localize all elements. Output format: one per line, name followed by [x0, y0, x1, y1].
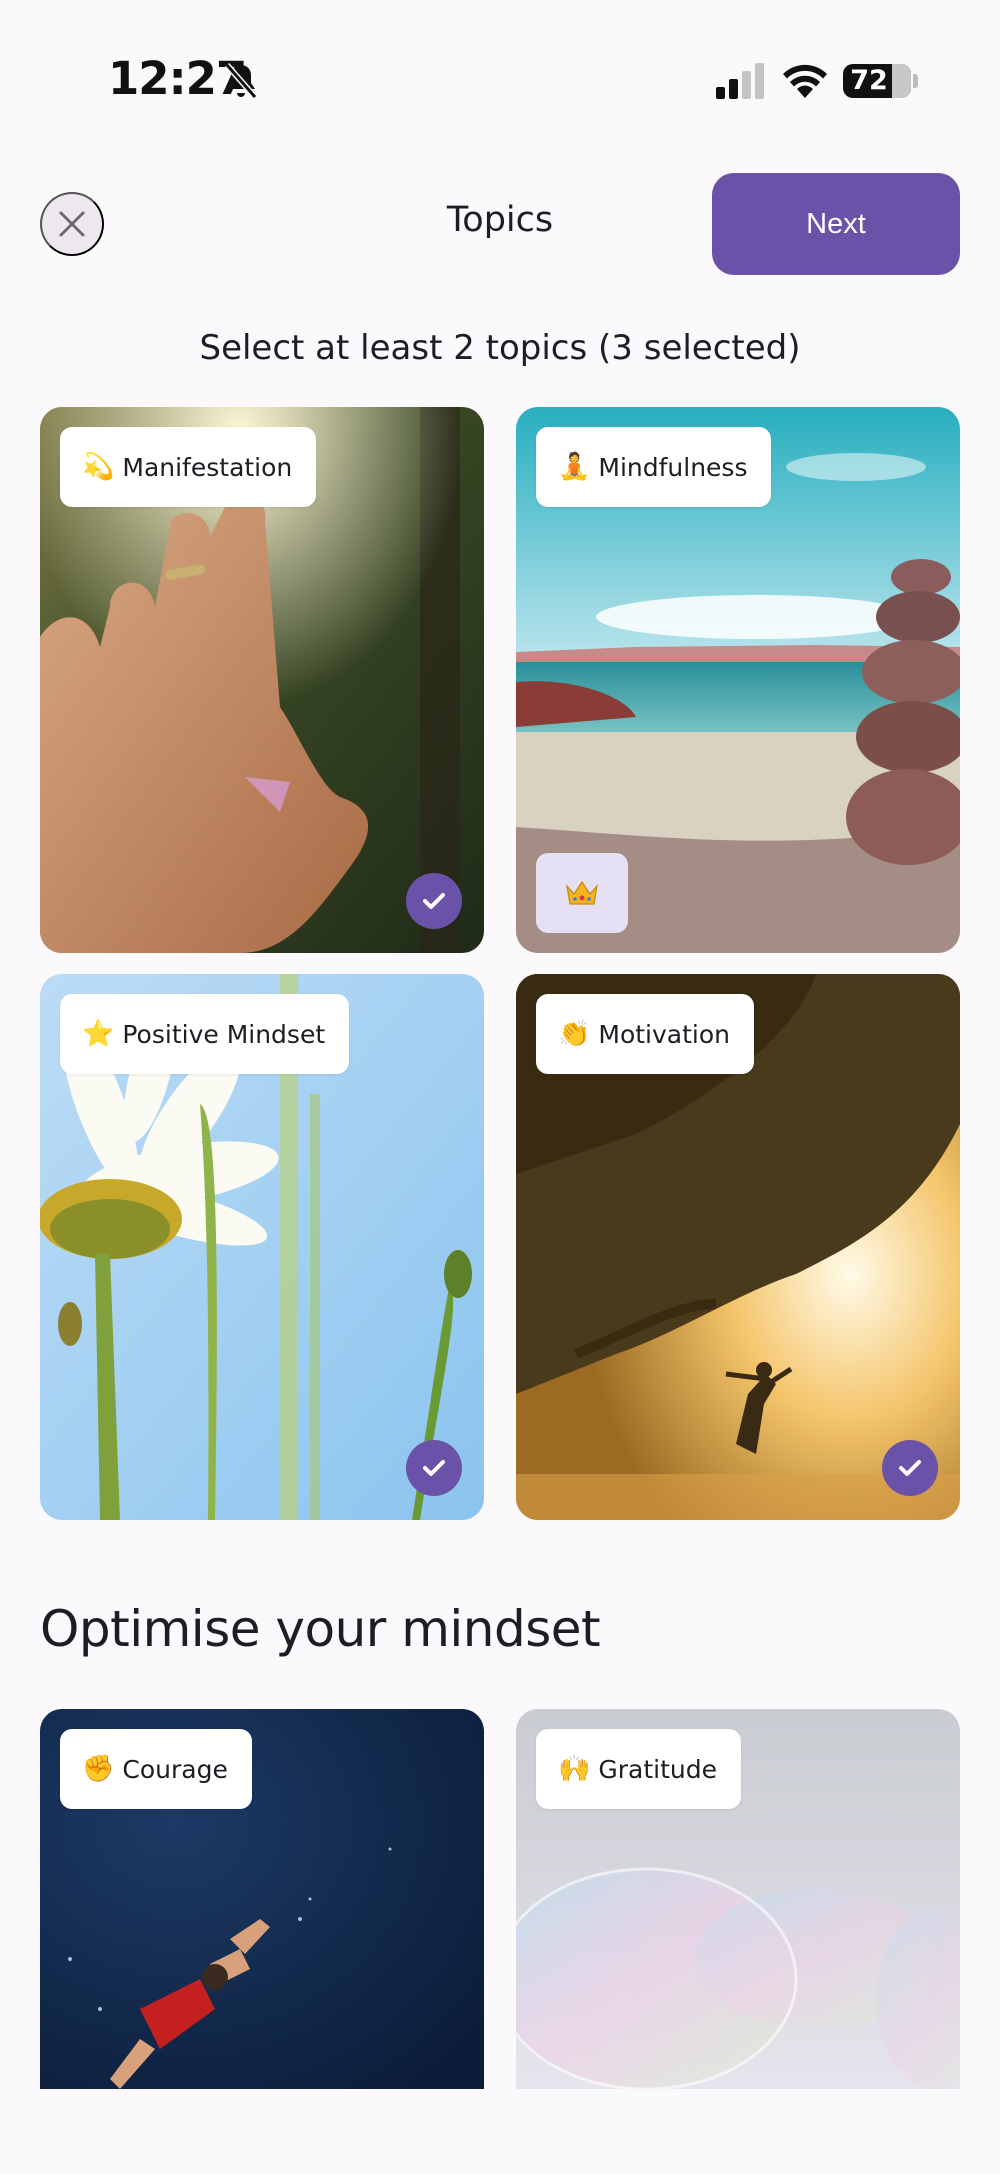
topic-label: ✊ Courage [60, 1729, 252, 1809]
topic-label: 💫 Manifestation [60, 427, 317, 507]
sparkle-emoji-icon: 💫 [82, 452, 115, 482]
topic-card-mindfulness[interactable]: 🧘 Mindfulness [516, 407, 960, 953]
topic-label: ⭐ Positive Mindset [60, 994, 350, 1074]
raising-hands-emoji-icon: 🙌 [558, 1754, 591, 1784]
topic-label: 🙌 Gratitude [536, 1729, 741, 1809]
selected-check-icon [406, 1440, 462, 1496]
selected-check-icon [882, 1440, 938, 1496]
selection-hint: Select at least 2 topics (3 selected) [199, 328, 801, 368]
selected-check-icon [406, 873, 462, 929]
topic-card-motivation[interactable]: 👏 Motivation [516, 974, 960, 1520]
next-button[interactable]: Next [712, 173, 960, 275]
meditation-emoji-icon: 🧘 [558, 452, 591, 482]
cellular-signal-icon [716, 63, 764, 99]
battery-cap [913, 74, 918, 88]
topic-label: 👏 Motivation [536, 994, 754, 1074]
bell-slash-icon [224, 63, 258, 99]
battery-icon: 72 [843, 64, 911, 98]
status-bar: 12:27 72 [0, 0, 1000, 150]
topic-label-text: Mindfulness [598, 452, 748, 482]
raised-fist-emoji-icon: ✊ [82, 1754, 115, 1784]
topic-label-text: Gratitude [598, 1754, 717, 1784]
topic-card-gratitude[interactable]: 🙌 Gratitude [516, 1709, 960, 2089]
premium-crown-icon [536, 853, 628, 933]
topic-label-text: Courage [122, 1754, 228, 1784]
close-icon [59, 211, 85, 237]
topic-label-text: Positive Mindset [122, 1019, 326, 1049]
topic-card-positive-mindset[interactable]: ⭐ Positive Mindset [40, 974, 484, 1520]
topic-card-courage[interactable]: ✊ Courage [40, 1709, 484, 2089]
topic-label-text: Motivation [598, 1019, 730, 1049]
section-heading: Optimise your mindset [40, 1600, 601, 1658]
topic-card-manifestation[interactable]: 💫 Manifestation [40, 407, 484, 953]
battery-level: 72 [850, 65, 888, 96]
close-button[interactable] [40, 192, 104, 256]
star-emoji-icon: ⭐ [82, 1019, 115, 1049]
clapping-emoji-icon: 👏 [558, 1019, 591, 1049]
topic-label-text: Manifestation [122, 452, 293, 482]
wifi-icon [783, 64, 827, 98]
page-title: Topics [446, 200, 554, 240]
topic-label: 🧘 Mindfulness [536, 427, 772, 507]
